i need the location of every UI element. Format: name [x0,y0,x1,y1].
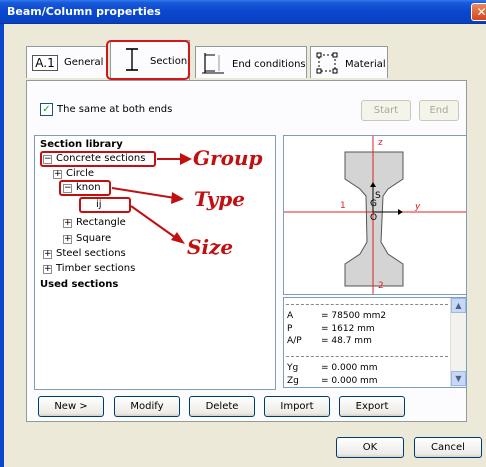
delete-button[interactable]: Delete [189,396,255,417]
prop-name-p: P [287,324,293,334]
expand-steel-icon[interactable]: + [43,250,52,259]
y-axis-label: y [415,202,421,212]
gravity-center-label: G [370,199,377,209]
axis-label-2: 2 [378,281,384,291]
group-annotation: Group [193,146,263,170]
export-button[interactable]: Export [339,396,405,417]
tab-general[interactable]: A.1 General [26,46,108,78]
prop-value-p: = 1612 mm [321,324,375,334]
prop-name-a: A [287,311,294,321]
end-button[interactable]: End [419,100,459,121]
props-clip: Zg = 0.000 mm [284,376,450,387]
prop-value-yg: = 0.000 mm [321,363,378,373]
tab-section-label: Section [150,56,188,67]
tab-material[interactable]: Material [310,46,388,78]
a1-icon: A.1 [32,55,58,71]
properties-scrollbar[interactable]: ▲ ▼ [450,298,466,387]
cancel-button[interactable]: Cancel [414,437,482,458]
scroll-down-icon[interactable]: ▼ [451,371,466,386]
tab-end-conditions-label: End conditions [232,59,306,70]
tree-item-ij[interactable]: ij [96,199,102,210]
prop-name-yg: Yg [287,363,299,373]
props-divider-mid [286,356,448,357]
tree-item-square[interactable]: Square [76,233,111,244]
tree-item-circle[interactable]: Circle [66,168,94,179]
material-grid-icon [316,52,338,74]
used-sections-heading: Used sections [40,279,119,290]
section-library-heading: Section library [40,139,123,150]
origin-label: O [370,213,378,223]
tree-item-steel-sections[interactable]: Steel sections [56,248,126,259]
local-y-arrowhead [398,209,403,215]
tab-general-label: General [64,57,104,68]
section-properties-list[interactable]: A = 78500 mm2 P = 1612 mm A/P = 48.7 mm … [283,297,467,388]
same-at-both-ends-checkbox[interactable]: ✓ [40,103,53,116]
beam-column-properties-dialog: Beam/Column properties ✕ A.1 General Sec… [0,0,486,467]
window-title: Beam/Column properties [7,5,161,18]
collapse-knon-icon[interactable]: − [63,184,72,193]
expand-circle-icon[interactable]: + [53,170,62,179]
scroll-up-icon[interactable]: ▲ [451,298,466,313]
tree-item-concrete-sections[interactable]: Concrete sections [56,153,145,164]
end-condition-icon [202,53,224,74]
z-axis-label: z [378,138,383,148]
tree-item-timber-sections[interactable]: Timber sections [56,263,135,274]
tree-item-rectangle[interactable]: Rectangle [76,217,126,228]
prop-name-ap: A/P [287,336,302,346]
tab-material-label: Material [345,59,386,70]
tab-end-conditions[interactable]: End conditions [195,46,307,78]
close-button[interactable]: ✕ [471,3,486,21]
prop-value-a: = 78500 mm2 [321,311,387,321]
import-button[interactable]: Import [264,396,330,417]
i-beam-icon [126,48,138,71]
type-annotation: Type [194,187,246,211]
modify-button[interactable]: Modify [114,396,180,417]
props-divider-top [286,304,448,305]
start-button[interactable]: Start [361,100,411,121]
title-bar[interactable]: Beam/Column properties [0,0,486,24]
same-at-both-ends-label: The same at both ends [57,104,173,115]
new-button[interactable]: New > [38,396,104,417]
expand-timber-icon[interactable]: + [43,265,52,274]
expand-square-icon[interactable]: + [63,235,72,244]
collapse-concrete-icon[interactable]: − [43,155,52,164]
tab-section[interactable]: Section [110,40,190,80]
axis-label-1: 1 [340,201,346,211]
prop-value-ap: = 48.7 mm [321,336,372,346]
tree-item-knon[interactable]: knon [76,182,101,193]
ok-button[interactable]: OK [336,437,404,458]
prop-name-zg: Zg [287,376,299,386]
expand-rectangle-icon[interactable]: + [63,219,72,228]
prop-value-zg: = 0.000 mm [321,376,378,386]
size-annotation: Size [187,235,234,259]
window-frame-left [0,24,4,467]
section-preview: z y 1 2 S G O [283,135,467,295]
